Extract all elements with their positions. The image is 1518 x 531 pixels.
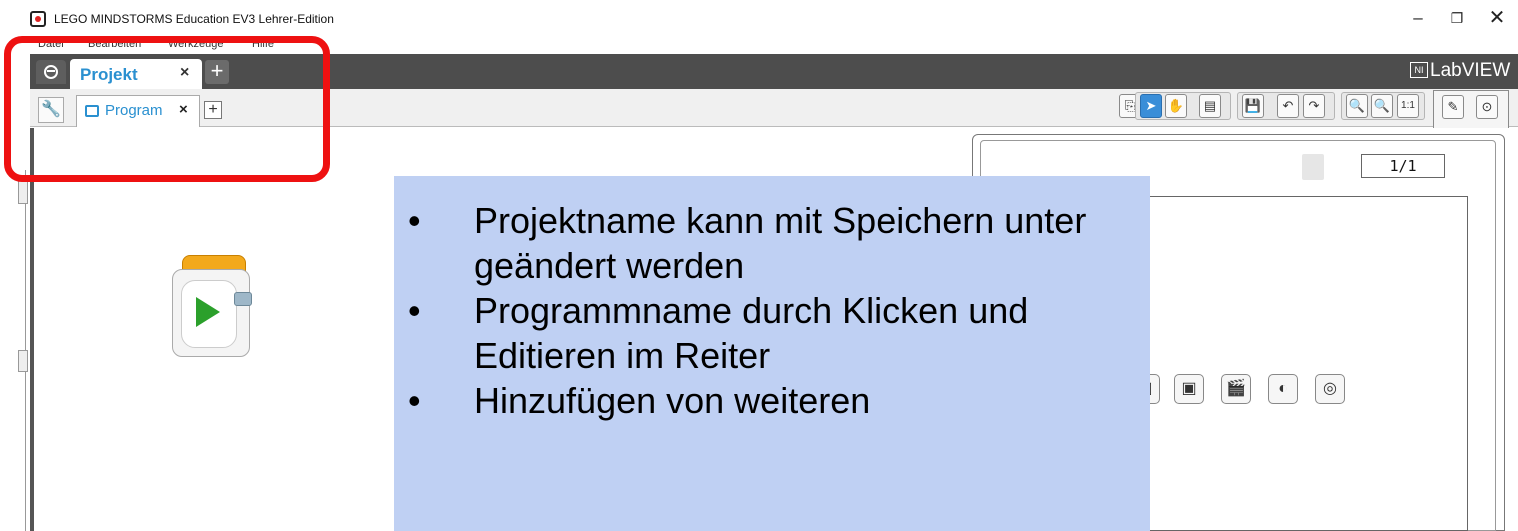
close-window-button[interactable]: ✕: [1482, 6, 1512, 30]
comment-icon[interactable]: ▤: [1199, 94, 1221, 118]
app-window: LEGO MINDSTORMS Education EV3 Lehrer-Edi…: [0, 0, 1518, 531]
callout-bullet: Hinzufügen von weiteren: [408, 378, 1148, 423]
camera-icon[interactable]: ◎: [1315, 374, 1345, 404]
sequence-plug-icon[interactable]: [234, 292, 252, 306]
zoom-reset-icon[interactable]: 1:1: [1397, 94, 1419, 118]
sound-icon[interactable]: ◐: [1268, 374, 1298, 404]
highlight-box: [4, 36, 330, 182]
minimize-button[interactable]: –: [1403, 6, 1433, 30]
page-indicator: 1/1: [1361, 154, 1445, 178]
start-block[interactable]: [172, 255, 252, 357]
undo-icon[interactable]: ↶: [1277, 94, 1299, 118]
pan-hand-icon[interactable]: ✋: [1165, 94, 1187, 118]
window-title: LEGO MINDSTORMS Education EV3 Lehrer-Edi…: [54, 12, 334, 26]
brick-info-icon[interactable]: ✎: [1442, 95, 1464, 119]
start-block-body: [172, 269, 250, 357]
ni-logo-icon: NI: [1410, 62, 1428, 78]
image-icon[interactable]: ▣: [1174, 374, 1204, 404]
video-clapper-icon[interactable]: 🎬: [1221, 374, 1251, 404]
port-view-icon[interactable]: ⊙: [1476, 95, 1498, 119]
title-bar: LEGO MINDSTORMS Education EV3 Lehrer-Edi…: [0, 0, 1518, 36]
play-icon: [196, 297, 220, 327]
labview-logo-text: LabVIEW: [1430, 60, 1511, 81]
start-block-inner: [181, 280, 237, 348]
maximize-button[interactable]: ❐: [1442, 6, 1472, 30]
hardware-screen-area: [1140, 196, 1468, 531]
redo-icon[interactable]: ↷: [1303, 94, 1325, 118]
zoom-in-icon[interactable]: 🔍: [1371, 94, 1393, 118]
callout-bullet: Projektname kann mit Speichern unter geä…: [408, 198, 1148, 288]
explanation-callout: Projektname kann mit Speichern unter geä…: [394, 176, 1150, 531]
labview-logo: NI LabVIEW: [1410, 58, 1518, 86]
page-icon: [1302, 154, 1324, 180]
lego-app-icon: [30, 11, 46, 27]
resize-handle[interactable]: [18, 350, 28, 372]
select-pointer-icon[interactable]: ➤: [1140, 94, 1162, 118]
callout-bullet: Programmname durch Klicken und Editieren…: [408, 288, 1148, 378]
collapse-handle[interactable]: [18, 180, 28, 204]
callout-bullet-list: Projektname kann mit Speichern unter geä…: [408, 198, 1148, 423]
save-icon[interactable]: 💾: [1242, 94, 1264, 118]
zoom-out-icon[interactable]: 🔍: [1346, 94, 1368, 118]
